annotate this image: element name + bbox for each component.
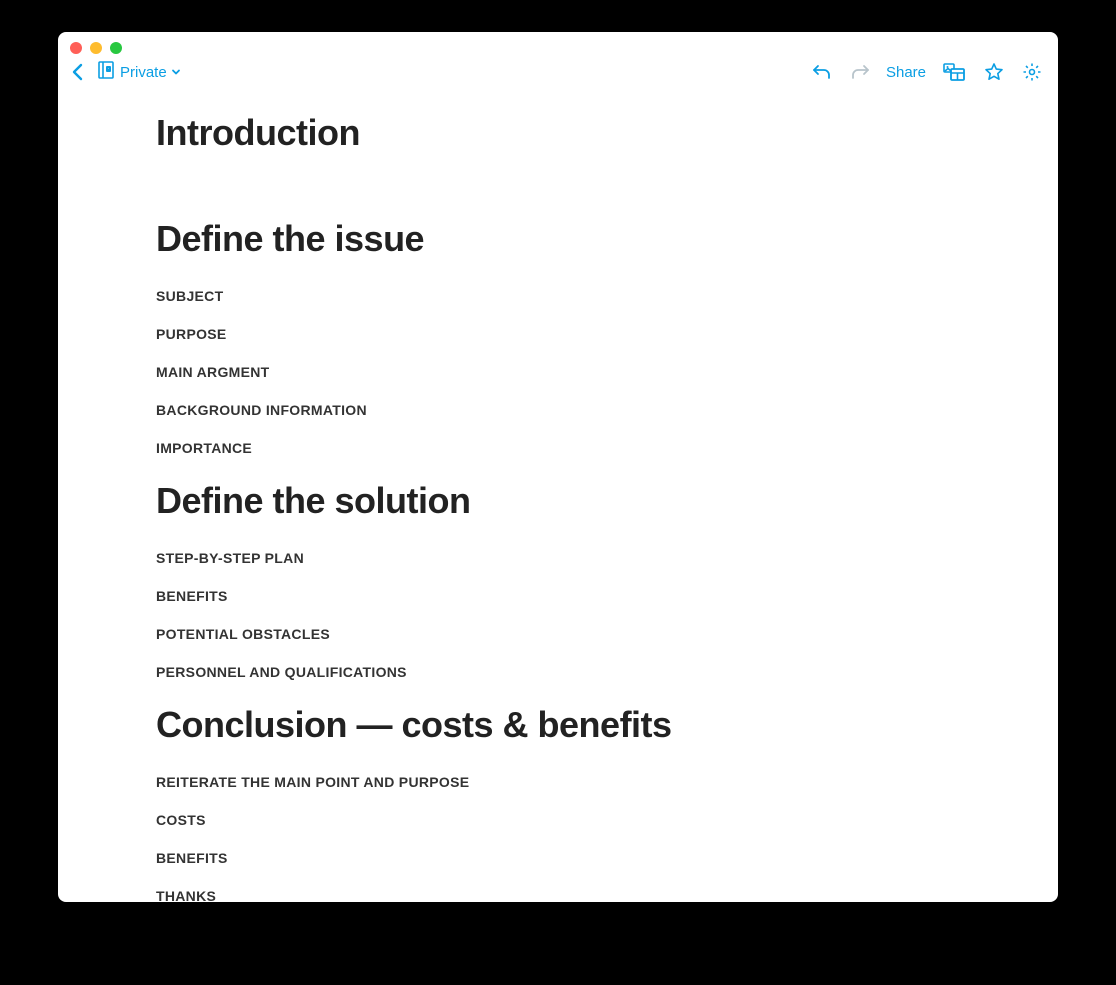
- share-button[interactable]: Share: [886, 64, 926, 81]
- window-controls: [58, 32, 1058, 54]
- outline-item: MAIN ARGMENT: [156, 364, 876, 380]
- outline-item: POTENTIAL OBSTACLES: [156, 626, 876, 642]
- close-window-button[interactable]: [70, 42, 82, 54]
- toolbar: Private Share: [58, 54, 1058, 94]
- chevron-down-icon: [171, 64, 181, 81]
- outline-item: BENEFITS: [156, 588, 876, 604]
- outline-item: IMPORTANCE: [156, 440, 876, 456]
- document-body: Introduction Define the issue SUBJECT PU…: [156, 112, 876, 902]
- outline-item: PERSONNEL AND QUALIFICATIONS: [156, 664, 876, 680]
- settings-button[interactable]: [1020, 60, 1044, 84]
- outline-item: REITERATE THE MAIN POINT AND PURPOSE: [156, 774, 876, 790]
- outline-item: PURPOSE: [156, 326, 876, 342]
- redo-button[interactable]: [848, 61, 872, 83]
- undo-button[interactable]: [810, 61, 834, 83]
- outline-item: BENEFITS: [156, 850, 876, 866]
- outline-item: COSTS: [156, 812, 876, 828]
- minimize-window-button[interactable]: [90, 42, 102, 54]
- toolbar-left: Private: [68, 60, 181, 84]
- outline-item: BACKGROUND INFORMATION: [156, 402, 876, 418]
- document-content[interactable]: Introduction Define the issue SUBJECT PU…: [58, 94, 1058, 902]
- page-title: Introduction: [156, 112, 876, 154]
- favorite-button[interactable]: [982, 60, 1006, 84]
- notebook-selector[interactable]: Private: [96, 60, 181, 84]
- back-button[interactable]: [68, 60, 88, 84]
- outline-item: SUBJECT: [156, 288, 876, 304]
- notebook-label: Private: [120, 64, 167, 81]
- notebook-icon: [96, 60, 116, 84]
- template-gallery-button[interactable]: [940, 60, 968, 84]
- section-heading: Conclusion — costs & benefits: [156, 704, 876, 746]
- app-window: Private Share: [58, 32, 1058, 902]
- section-heading: Define the issue: [156, 218, 876, 260]
- section-heading: Define the solution: [156, 480, 876, 522]
- outline-item: THANKS: [156, 888, 876, 902]
- toolbar-right: Share: [810, 60, 1044, 84]
- maximize-window-button[interactable]: [110, 42, 122, 54]
- outline-item: STEP-BY-STEP PLAN: [156, 550, 876, 566]
